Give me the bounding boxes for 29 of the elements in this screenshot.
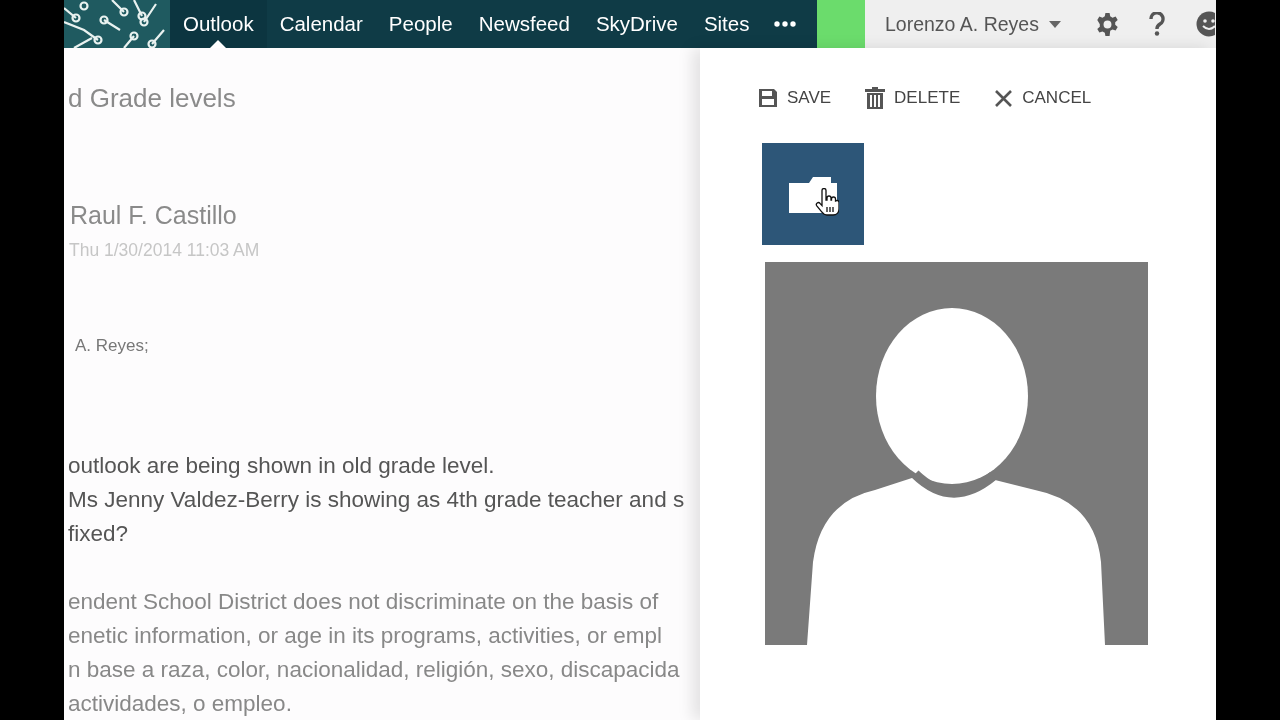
save-button[interactable]: SAVE: [758, 88, 832, 108]
close-icon: [994, 88, 1014, 108]
trash-can-icon: [865, 87, 886, 109]
message-subject: d Grade levels: [68, 83, 237, 113]
nav-tab[interactable]: People: [375, 0, 466, 48]
message-body-line: fixed?: [68, 520, 130, 548]
recipients-text: A. Reyes;: [74, 335, 150, 357]
disclaimer-line: endent School District does not discriminate on the basis of: [68, 588, 660, 616]
help-icon: [1147, 12, 1166, 36]
nav-tab[interactable]: Calendar: [266, 0, 376, 48]
ellipsis-icon: [774, 21, 797, 27]
sender-name: Raul F. Castillo: [69, 200, 238, 230]
help-button[interactable]: [1147, 12, 1166, 36]
delete-button[interactable]: DELETE: [865, 87, 961, 109]
nav-tab[interactable]: Sites: [690, 0, 763, 48]
hand-cursor-icon: [815, 188, 839, 216]
nav-tab[interactable]: Outlook: [170, 0, 267, 48]
caret-icon: [1048, 20, 1061, 28]
nav-tab[interactable]: Newsfeed: [465, 0, 583, 48]
feedback-button[interactable]: [1195, 11, 1215, 37]
notification-tile: [817, 0, 865, 48]
cancel-button[interactable]: CANCEL: [994, 88, 1092, 108]
disclaimer-line: enetic information, or age in its programs, activities, or empl: [68, 622, 663, 650]
disclaimer-line: n base a raza, color, nacionalidad, religión, sexo, discapacida: [68, 656, 681, 684]
upload-photo-button[interactable]: [762, 143, 864, 245]
disclaimer-line: actividades, o empleo.: [68, 690, 293, 718]
message-body-line: outlook are being shown in old grade level.: [68, 452, 496, 480]
nav-tab[interactable]: SkyDrive: [582, 0, 691, 48]
message-body-line: Ms Jenny Valdez-Berry is showing as 4th grade teacher and s: [68, 486, 686, 514]
